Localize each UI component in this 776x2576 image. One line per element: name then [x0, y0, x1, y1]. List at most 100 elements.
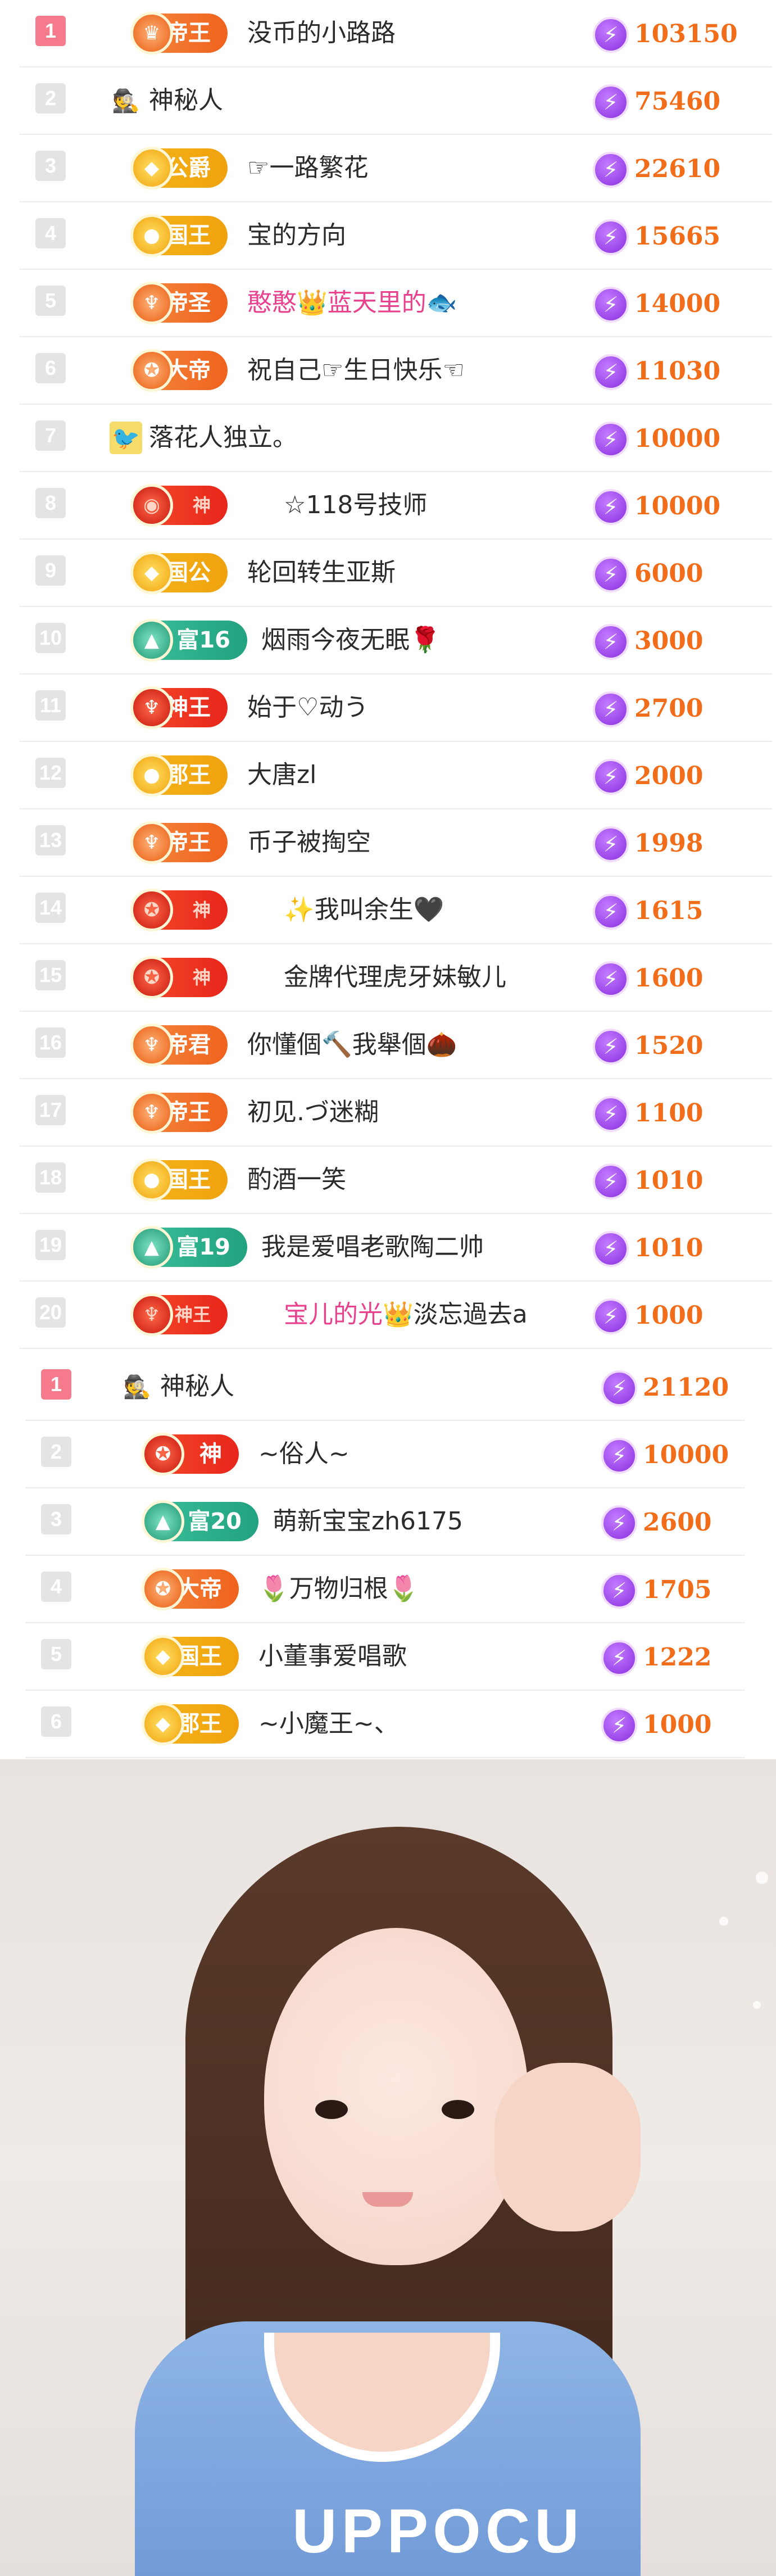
shirt-print: UPPOCU: [292, 2497, 584, 2566]
lightning-coin-icon: ⚡: [593, 894, 629, 930]
photo-eye-left: [312, 2097, 351, 2122]
username: 大唐zl: [247, 760, 317, 789]
ranking-row[interactable]: 20 ♆ 神王 宝儿的光👑淡忘過去a ⚡ 1000: [20, 1282, 773, 1349]
ranking-row[interactable]: 19 ▲ 富19 我是爱唱老歌陶二帅 ⚡ 1010: [20, 1214, 773, 1282]
photo-face: [264, 1928, 528, 2265]
level-badge: ♆ 帝君: [130, 1024, 228, 1066]
ranking-row[interactable]: 15 ✪ 神金牌代理虎牙妹敏儿 ⚡ 1600: [20, 944, 773, 1012]
mystery-user-icon: 🕵: [112, 88, 140, 114]
contribution-score: 10000: [634, 492, 721, 520]
rank-number: 5: [35, 286, 66, 316]
lightning-coin-icon: ⚡: [593, 152, 629, 188]
rank-number: 1: [41, 1369, 71, 1400]
badge-emblem-icon: ✪: [142, 1433, 184, 1475]
ranking-row[interactable]: 2 ✪ 神 ~俗人~ ⚡ 10000: [25, 1421, 745, 1488]
level-badge: ● 国王: [130, 1158, 228, 1201]
contribution-score: 1100: [634, 1099, 704, 1128]
username: 始于♡动う: [247, 693, 369, 722]
badge-label: 神: [192, 495, 211, 516]
rank-number: 9: [35, 555, 66, 586]
level-badge: ✪ 神: [130, 956, 228, 999]
lightning-coin-icon: ⚡: [601, 1573, 637, 1609]
lightning-coin-icon: ⚡: [601, 1370, 637, 1406]
ranking-row[interactable]: 7 🐦 落花人独立。 ⚡ 10000: [20, 405, 773, 472]
contribution-score: 1010: [634, 1166, 704, 1195]
rank-number: 4: [41, 1572, 71, 1602]
contribution-score: 6000: [634, 559, 704, 588]
level-badge: ▲ 富20: [142, 1500, 258, 1543]
ranking-row[interactable]: 1 ♛ 帝王 没币的小路路 ⚡ 103150: [20, 0, 773, 67]
level-badge: ♛ 帝王: [130, 12, 228, 55]
rank-number: 8: [35, 488, 66, 518]
lightning-coin-icon: ⚡: [593, 961, 629, 997]
rank-number: 17: [35, 1095, 66, 1125]
rank-number: 16: [35, 1027, 66, 1058]
badge-emblem-icon: ●: [130, 214, 173, 257]
level-badge: ● 国王: [130, 214, 228, 257]
lightning-coin-icon: ⚡: [593, 1029, 629, 1065]
ranking-row[interactable]: 6 ✪ 大帝 祝自己☞生日快乐☜ ⚡ 11030: [20, 337, 773, 405]
ranking-row[interactable]: 18 ● 国王 酌酒一笑 ⚡ 1010: [20, 1147, 773, 1214]
ranking-row[interactable]: 5 ◆ 国王 小董事爱唱歌 ⚡ 1222: [25, 1623, 745, 1691]
ranking-row[interactable]: 4 ✪ 大帝 🌷万物归根🌷 ⚡ 1705: [25, 1556, 745, 1623]
ranking-row[interactable]: 3 ◆ 公爵 ☞一路繁花 ⚡ 22610: [20, 135, 773, 202]
ranking-row[interactable]: 13 ♆ 帝王 币子被掏空 ⚡ 1998: [20, 809, 773, 877]
ranking-row[interactable]: 5 ♆ 帝圣 憨憨👑蓝天里的🐟 ⚡ 14000: [20, 270, 773, 337]
level-badge: ♆ 帝王: [130, 1091, 228, 1134]
username: 宝的方向: [247, 221, 346, 250]
level-badge: ✪ 神: [130, 889, 228, 931]
lightning-coin-icon: ⚡: [601, 1438, 637, 1474]
ranking-row[interactable]: 3 ▲ 富20 萌新宝宝zh6175 ⚡ 2600: [25, 1488, 745, 1556]
rank-number: 6: [35, 353, 66, 383]
ranking-row[interactable]: 8 ◉ 神 ☆118号技师 ⚡ 10000: [20, 472, 773, 540]
ranking-row[interactable]: 16 ♆ 帝君 你懂個🔨我舉個🌰 ⚡ 1520: [20, 1012, 773, 1079]
lightning-coin-icon: ⚡: [593, 17, 629, 53]
rank-number: 14: [35, 893, 66, 923]
badge-emblem-icon: ✪: [142, 1568, 184, 1610]
badge-label: 富16: [176, 627, 230, 653]
ranking-row[interactable]: 11 ♆ 神王 始于♡动う ⚡ 2700: [20, 674, 773, 742]
ranking-row[interactable]: 1 🕵 神秘人 ⚡ 21120: [25, 1353, 745, 1421]
level-badge: ◆ 郡王: [142, 1703, 239, 1745]
username: ☆118号技师: [284, 491, 428, 519]
lightning-coin-icon: ⚡: [593, 624, 629, 660]
username: 我是爱唱老歌陶二帅: [261, 1233, 484, 1261]
contribution-score: 14000: [634, 289, 721, 318]
lightning-coin-icon: ⚡: [593, 1163, 629, 1199]
rank-number: 20: [35, 1297, 66, 1328]
rank-number: 7: [35, 420, 66, 451]
level-badge: ♆ 帝圣: [130, 282, 228, 324]
ranking-row[interactable]: 17 ♆ 帝王 初见.づ迷糊 ⚡ 1100: [20, 1079, 773, 1147]
ranking-row[interactable]: 6 ◆ 郡王 ~小魔王~、 ⚡ 1000: [25, 1691, 745, 1758]
badge-emblem-icon: ▲: [130, 1226, 173, 1269]
rank-number: 2: [35, 83, 66, 114]
lightning-coin-icon: ⚡: [593, 219, 629, 255]
username: 你懂個🔨我舉個🌰: [247, 1030, 457, 1059]
ranking-row[interactable]: 2 🕵 神秘人 ⚡ 75460: [20, 67, 773, 135]
badge-emblem-icon: ♛: [130, 12, 173, 55]
username: 酌酒一笑: [247, 1165, 346, 1194]
lightning-coin-icon: ⚡: [593, 826, 629, 862]
username: ✨我叫余生🖤: [284, 895, 444, 924]
rank-number: 6: [41, 1706, 71, 1737]
lightning-coin-icon: ⚡: [593, 759, 629, 795]
level-badge: ◆ 国公: [130, 551, 228, 594]
level-badge: ◆ 公爵: [130, 147, 228, 189]
lightning-coin-icon: ⚡: [593, 287, 629, 323]
badge-label: 富19: [176, 1234, 230, 1260]
level-badge: ▲ 富19: [130, 1226, 247, 1269]
badge-emblem-icon: ♆: [130, 686, 173, 729]
contribution-score: 2000: [634, 762, 704, 790]
username: 金牌代理虎牙妹敏儿: [284, 963, 506, 992]
rank-number: 19: [35, 1230, 66, 1260]
rank-number: 2: [41, 1437, 71, 1467]
ranking-row[interactable]: 9 ◆ 国公 轮回转生亚斯 ⚡ 6000: [20, 540, 773, 607]
bokeh-light: [756, 1872, 768, 1884]
rank-number: 18: [35, 1162, 66, 1193]
ranking-row[interactable]: 12 ● 郡王 大唐zl ⚡ 2000: [20, 742, 773, 809]
ranking-row[interactable]: 14 ✪ 神 ✨我叫余生🖤 ⚡ 1615: [20, 877, 773, 944]
badge-emblem-icon: ●: [130, 754, 173, 796]
username: 宝儿的光👑淡忘過去a: [284, 1298, 528, 1331]
ranking-row[interactable]: 10 ▲ 富16 烟雨今夜无眠🌹 ⚡ 3000: [20, 607, 773, 674]
ranking-row[interactable]: 4 ● 国王 宝的方向 ⚡ 15665: [20, 202, 773, 270]
